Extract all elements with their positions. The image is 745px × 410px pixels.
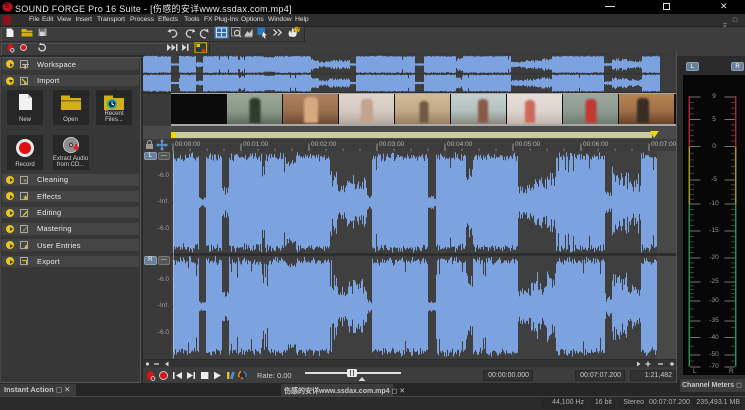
svg-text:?: ? [296,27,300,33]
